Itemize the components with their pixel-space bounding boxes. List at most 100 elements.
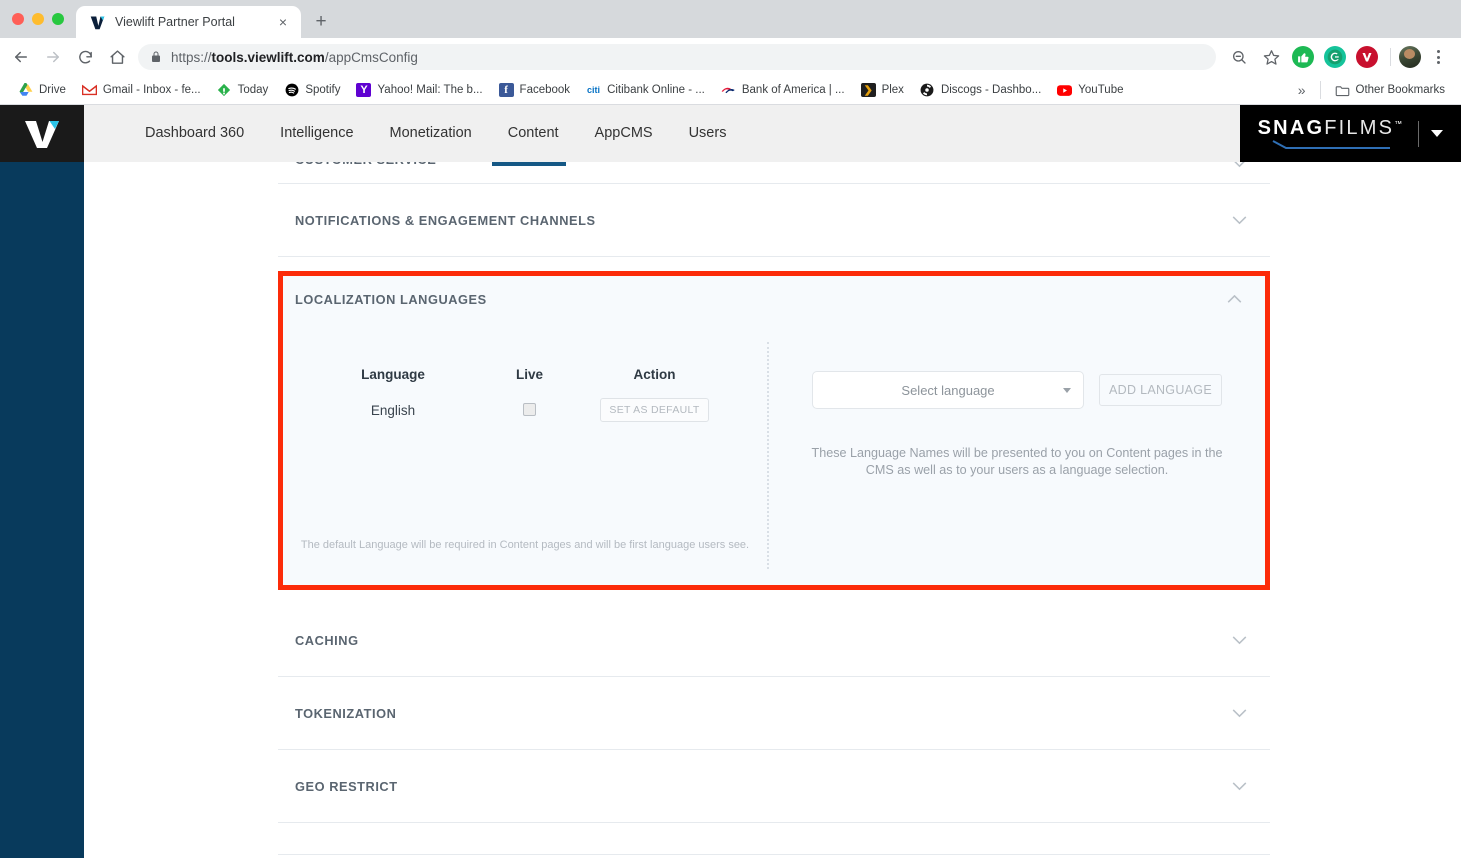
bookmark-bank-of-america[interactable]: Bank of America | ... xyxy=(713,80,853,101)
column-header-language: Language xyxy=(361,367,425,382)
bookmark-label: Drive xyxy=(39,84,66,96)
bookmark-discogs[interactable]: Discogs - Dashbo... xyxy=(912,80,1049,101)
facebook-icon: f xyxy=(498,83,514,97)
zoom-out-icon[interactable] xyxy=(1228,46,1250,68)
discogs-icon xyxy=(920,83,935,98)
close-window-button[interactable] xyxy=(12,13,24,25)
chevron-down-icon[interactable] xyxy=(1431,130,1444,137)
chevron-down-icon xyxy=(1063,387,1072,393)
bookmark-drive[interactable]: Drive xyxy=(10,80,74,101)
bookmark-yahoo[interactable]: Y Yahoo! Mail: The b... xyxy=(348,80,490,100)
section-title: TOKENIZATION xyxy=(295,705,397,721)
other-bookmarks-label: Other Bookmarks xyxy=(1355,84,1445,96)
section-geo-restrict[interactable]: GEO RESTRICT xyxy=(278,750,1270,823)
section-title: NOTIFICATIONS & ENGAGEMENT CHANNELS xyxy=(295,212,596,228)
bookmark-star-icon[interactable] xyxy=(1260,46,1282,68)
section-localization-languages-highlighted: LOCALIZATION LANGUAGES Language Live Act… xyxy=(278,271,1270,590)
close-tab-button[interactable]: × xyxy=(275,14,291,30)
settings-accordion-list: CUSTOMER SERVICE NOTIFICATIONS & ENGAGEM… xyxy=(278,162,1270,858)
bookmark-today[interactable]: Today xyxy=(209,80,277,101)
table-header-row: Language Live Action xyxy=(313,367,723,382)
snagfilms-logo-light: FILMS xyxy=(1324,117,1395,139)
add-language-button[interactable]: ADD LANGUAGE xyxy=(1099,374,1222,406)
bookmark-gmail[interactable]: Gmail - Inbox - fe... xyxy=(74,80,209,101)
app-nav-links: Dashboard 360 Intelligence Monetization … xyxy=(84,105,1240,162)
languages-table: Language Live Action English SET AS DEFA… xyxy=(313,367,723,422)
chevron-up-icon[interactable] xyxy=(1221,287,1247,313)
forward-arrow-icon[interactable] xyxy=(38,42,68,72)
chevron-down-icon[interactable] xyxy=(1226,162,1252,176)
bookmark-citibank[interactable]: citi Citibank Online - ... xyxy=(578,80,713,101)
snagfilms-logo-bold: SNAG xyxy=(1257,117,1325,139)
bookmark-plex[interactable]: Plex xyxy=(853,80,912,100)
viewlift-v-logo[interactable] xyxy=(0,105,84,162)
chevron-down-icon[interactable] xyxy=(1226,627,1252,653)
add-language-row: Select language ADD LANGUAGE xyxy=(769,371,1265,409)
other-bookmarks-folder[interactable]: Other Bookmarks xyxy=(1327,80,1453,101)
site-logo-container: SNAGFILMS™ xyxy=(1240,105,1461,162)
vivino-extension-icon[interactable] xyxy=(1356,46,1378,68)
bookmark-label: Plex xyxy=(881,84,904,96)
folder-icon xyxy=(1335,83,1350,98)
cell-language-name: English xyxy=(370,402,416,418)
home-icon[interactable] xyxy=(102,42,132,72)
address-bar[interactable]: https://tools.viewlift.com/appCmsConfig xyxy=(138,44,1216,70)
active-tab-indicator xyxy=(492,162,566,166)
thumbs-up-extension-icon[interactable] xyxy=(1292,46,1314,68)
reload-icon[interactable] xyxy=(70,42,100,72)
app-body: CUSTOMER SERVICE NOTIFICATIONS & ENGAGEM… xyxy=(0,162,1461,858)
section-title: CUSTOMER SERVICE xyxy=(295,162,436,167)
app-top-navigation: Dashboard 360 Intelligence Monetization … xyxy=(0,105,1461,162)
google-drive-icon xyxy=(18,83,33,98)
set-as-default-button[interactable]: SET AS DEFAULT xyxy=(600,398,709,422)
browser-tab[interactable]: Viewlift Partner Portal × xyxy=(76,6,301,38)
column-header-action: Action xyxy=(633,367,676,382)
section-notifications-engagement-channels[interactable]: NOTIFICATIONS & ENGAGEMENT CHANNELS xyxy=(278,184,1270,257)
minimize-window-button[interactable] xyxy=(32,13,44,25)
nav-item-dashboard-360[interactable]: Dashboard 360 xyxy=(127,105,262,162)
chevron-down-icon[interactable] xyxy=(1226,700,1252,726)
section-customer-service[interactable]: CUSTOMER SERVICE xyxy=(278,162,1270,184)
grammarly-extension-icon[interactable] xyxy=(1324,46,1346,68)
url-path: /appCmsConfig xyxy=(324,49,418,65)
bookmark-label: Gmail - Inbox - fe... xyxy=(102,84,201,96)
bookmarks-divider xyxy=(1319,81,1321,99)
language-names-note: These Language Names will be presented t… xyxy=(811,446,1223,477)
bookmark-spotify[interactable]: Spotify xyxy=(276,80,348,101)
localization-header[interactable]: LOCALIZATION LANGUAGES xyxy=(283,276,1265,323)
toolbar-divider xyxy=(1390,48,1391,66)
main-content: CUSTOMER SERVICE NOTIFICATIONS & ENGAGEM… xyxy=(84,162,1461,858)
left-sidebar xyxy=(0,162,84,858)
nav-item-content[interactable]: Content xyxy=(490,105,577,162)
browser-window: Viewlift Partner Portal × + https://tool… xyxy=(0,0,1461,858)
nav-item-appcms[interactable]: AppCMS xyxy=(577,105,671,162)
bookmark-facebook[interactable]: f Facebook xyxy=(491,80,579,100)
bookmark-youtube[interactable]: YouTube xyxy=(1049,80,1131,101)
tab-title: Viewlift Partner Portal xyxy=(115,15,235,29)
bank-of-america-icon xyxy=(721,83,736,98)
column-header-live: Live xyxy=(515,367,543,382)
maximize-window-button[interactable] xyxy=(52,13,64,25)
chevron-down-icon[interactable] xyxy=(1226,773,1252,799)
cell-action: SET AS DEFAULT xyxy=(586,398,723,422)
chrome-menu-icon[interactable] xyxy=(1423,42,1453,72)
section-tokenization[interactable]: TOKENIZATION xyxy=(278,677,1270,750)
lock-icon xyxy=(150,51,162,63)
nav-item-users[interactable]: Users xyxy=(671,105,745,162)
back-arrow-icon[interactable] xyxy=(6,42,36,72)
feedly-icon xyxy=(217,83,232,98)
nav-item-intelligence[interactable]: Intelligence xyxy=(262,105,371,162)
localization-languages-table-pane: Language Live Action English SET AS DEFA… xyxy=(283,323,767,585)
youtube-icon xyxy=(1057,83,1073,98)
localization-body: Language Live Action English SET AS DEFA… xyxy=(283,323,1265,585)
logo-divider xyxy=(1418,120,1420,147)
language-select-dropdown[interactable]: Select language xyxy=(812,371,1085,409)
live-checkbox[interactable] xyxy=(523,403,536,417)
chevron-down-icon[interactable] xyxy=(1226,207,1252,233)
section-caching[interactable]: CACHING xyxy=(278,604,1270,677)
profile-avatar[interactable] xyxy=(1399,46,1421,68)
new-tab-button[interactable]: + xyxy=(307,8,335,36)
plex-icon xyxy=(860,83,876,97)
nav-item-monetization[interactable]: Monetization xyxy=(372,105,490,162)
bookmarks-overflow-button[interactable]: » xyxy=(1290,82,1314,98)
